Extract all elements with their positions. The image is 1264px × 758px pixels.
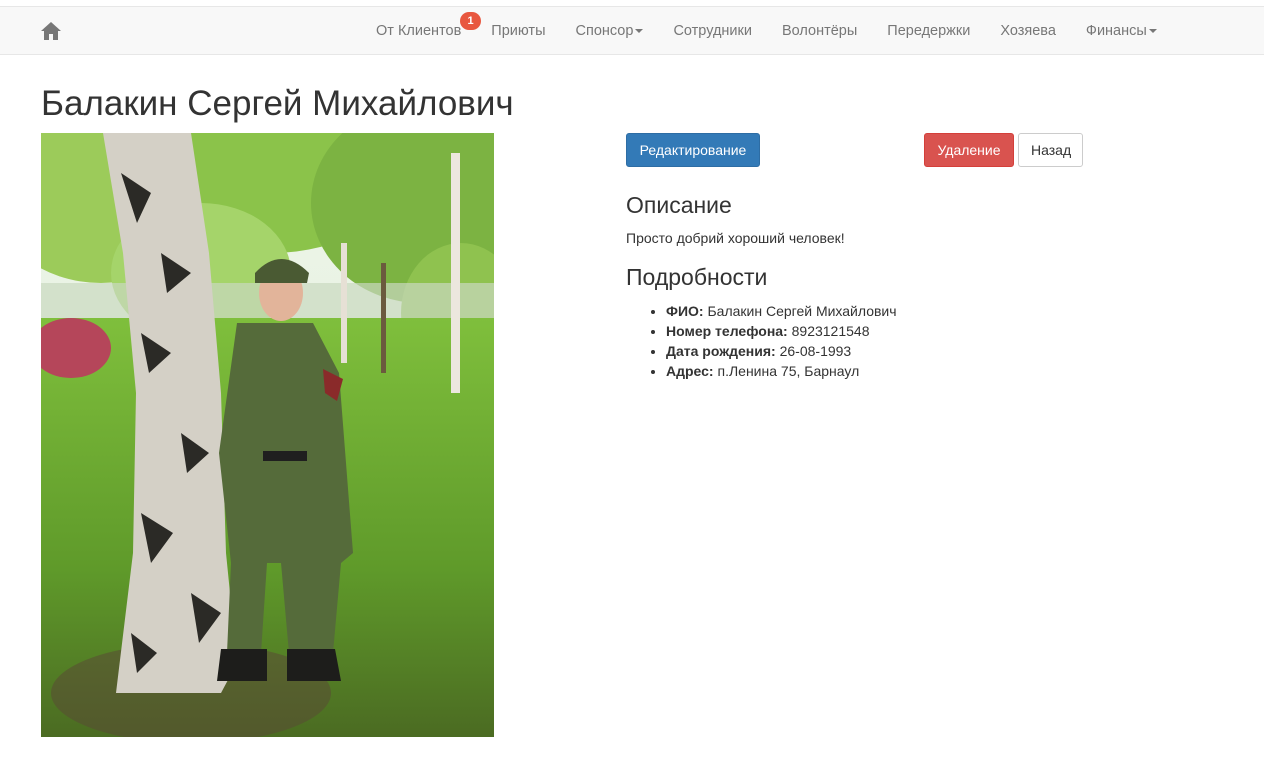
details-list: ФИО: Балакин Сергей Михайлович Номер тел… — [666, 301, 897, 381]
nav-item-label: Волонтёры — [781, 22, 858, 39]
nav-item-sponsor-dropdown[interactable]: Спонсор — [561, 7, 659, 54]
detail-full-name: ФИО: Балакин Сергей Михайлович — [666, 301, 897, 321]
nav-item-employees[interactable]: Сотрудники — [658, 7, 767, 54]
person-photo — [41, 133, 494, 737]
nav-item-label: Приюты — [491, 22, 546, 39]
nav-item-volunteers[interactable]: Волонтёры — [767, 7, 872, 54]
description-text: Просто добрий хороший человек! — [626, 230, 845, 246]
detail-value: п.Ленина 75, Барнаул — [717, 363, 860, 379]
detail-phone: Номер телефона: 8923121548 — [666, 321, 897, 341]
page-title: Балакин Сергей Михайлович — [41, 84, 514, 123]
nav-item-label: Сотрудники — [673, 22, 752, 39]
nav-item-label: Передержки — [887, 22, 971, 39]
detail-label: ФИО: — [666, 303, 704, 319]
nav-item-label: От Клиентов — [376, 22, 462, 39]
nav-item-owners[interactable]: Хозяева — [985, 7, 1071, 54]
nav-item-label: Спонсор — [575, 22, 634, 39]
nav-item-shelters[interactable]: Приюты — [476, 7, 560, 54]
nav-item-finance-dropdown[interactable]: Финансы — [1071, 7, 1172, 54]
nav-item-label: Финансы — [1085, 22, 1147, 39]
nav-item-foster-homes[interactable]: Передержки — [872, 7, 985, 54]
details-heading: Подробности — [626, 264, 768, 290]
nav-item-from-clients[interactable]: От Клиентов 1 — [361, 7, 481, 54]
detail-label: Адрес: — [666, 363, 714, 379]
detail-value: 26-08-1993 — [779, 343, 852, 359]
edit-button[interactable]: Редактирование — [626, 133, 760, 167]
detail-label: Дата рождения: — [666, 343, 776, 359]
caret-down-icon — [635, 28, 644, 33]
detail-value: 8923121548 — [791, 323, 870, 339]
main-nav: От Клиентов 1 Приюты Спонсор Сотрудники … — [361, 7, 1172, 54]
description-heading: Описание — [626, 192, 732, 218]
delete-button[interactable]: Удаление — [924, 133, 1014, 167]
caret-down-icon — [1148, 28, 1157, 33]
detail-birth-date: Дата рождения: 26-08-1993 — [666, 341, 897, 361]
detail-value: Балакин Сергей Михайлович — [707, 303, 897, 319]
back-button[interactable]: Назад — [1018, 133, 1083, 167]
detail-label: Номер телефона: — [666, 323, 788, 339]
home-icon[interactable] — [40, 20, 62, 42]
detail-address: Адрес: п.Ленина 75, Барнаул — [666, 361, 897, 381]
top-navbar: От Клиентов 1 Приюты Спонсор Сотрудники … — [0, 6, 1264, 55]
nav-item-label: Хозяева — [1000, 22, 1056, 39]
